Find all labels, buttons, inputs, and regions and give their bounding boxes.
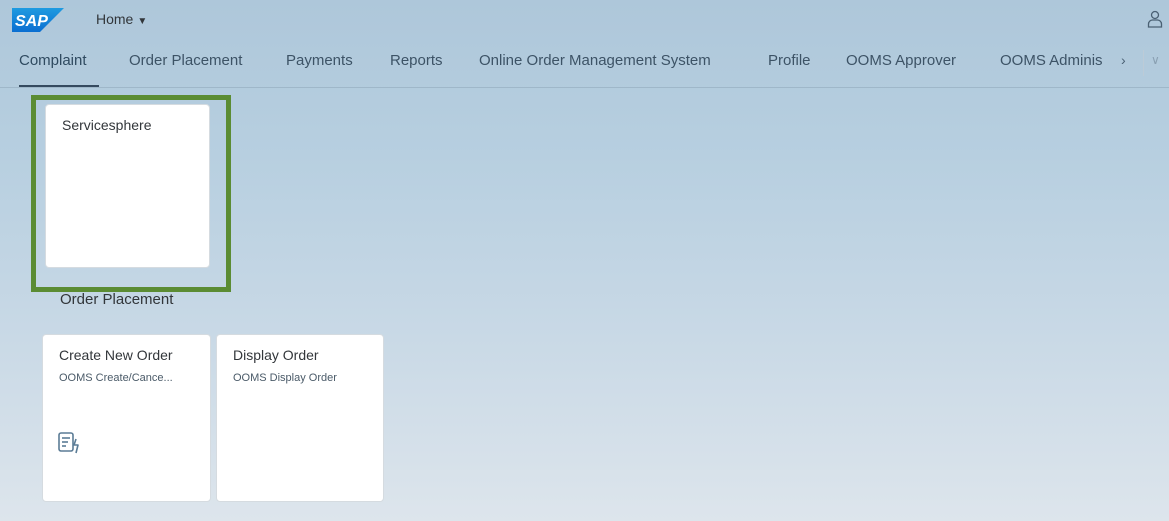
tile-subtitle: OOMS Display Order — [233, 372, 337, 384]
tab-payments[interactable]: Payments — [286, 52, 353, 69]
home-label: Home — [96, 11, 134, 27]
tab-complaint[interactable]: Complaint — [19, 52, 87, 69]
caret-down-icon: ▼ — [137, 16, 148, 27]
tab-online-order-management-system[interactable]: Online Order Management System — [479, 52, 711, 69]
highlight-box — [31, 95, 231, 292]
tab-reports[interactable]: Reports — [390, 52, 443, 69]
person-icon[interactable] — [1147, 10, 1163, 28]
tab-ooms-administrator[interactable]: OOMS Adminis — [1000, 52, 1103, 69]
anchor-navigation-bar: Complaint Order Placement Payments Repor… — [0, 40, 1169, 86]
tab-ooms-approver[interactable]: OOMS Approver — [846, 52, 956, 69]
tab-bar-divider — [0, 87, 1169, 88]
home-menu[interactable]: Home ▼ — [96, 11, 147, 27]
tile-display-order[interactable]: Display Order OOMS Display Order — [216, 334, 384, 502]
logo-text: SAP — [15, 13, 48, 30]
tile-create-new-order[interactable]: Create New Order OOMS Create/Cance... — [42, 334, 211, 502]
overflow-menu-icon[interactable]: ∨ — [1151, 53, 1160, 67]
tab-profile[interactable]: Profile — [768, 52, 811, 69]
sap-logo[interactable]: SAP — [12, 8, 64, 32]
tile-title: Display Order — [233, 347, 319, 363]
overflow-separator — [1143, 50, 1144, 76]
shell-bar: SAP Home ▼ — [0, 0, 1169, 40]
group-title-order-placement: Order Placement — [60, 291, 174, 308]
tab-order-placement[interactable]: Order Placement — [129, 52, 242, 69]
order-form-icon — [58, 432, 79, 454]
tile-title: Create New Order — [59, 347, 173, 363]
tile-subtitle: OOMS Create/Cance... — [59, 372, 173, 384]
scroll-right-icon[interactable]: › — [1121, 52, 1126, 68]
